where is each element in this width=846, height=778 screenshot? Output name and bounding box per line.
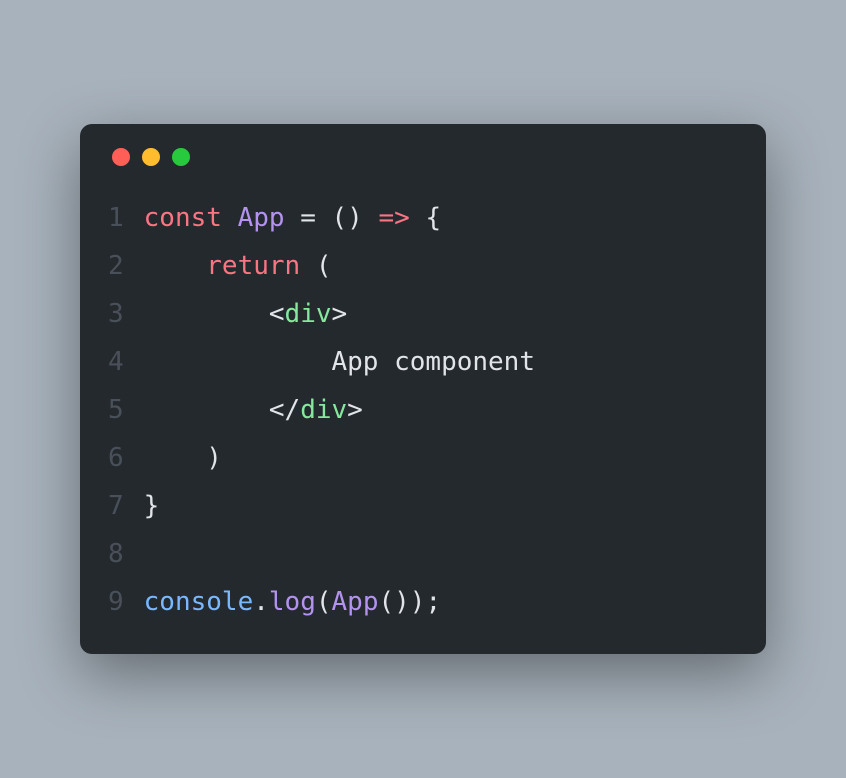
code-token: console: [144, 587, 254, 617]
line-number: 1: [108, 194, 124, 242]
code-token: ());: [378, 587, 441, 617]
code-token: >: [347, 395, 363, 425]
code-line: return (: [144, 242, 738, 290]
code-line: App component: [144, 338, 738, 386]
code-token: .: [253, 587, 269, 617]
line-number: 4: [108, 338, 124, 386]
code-token: >: [332, 299, 348, 329]
code-token: return: [206, 251, 316, 281]
line-number: 5: [108, 386, 124, 434]
line-number: 8: [108, 530, 124, 578]
code-token: (: [316, 251, 332, 281]
window-titlebar: [108, 148, 738, 166]
close-icon[interactable]: [112, 148, 130, 166]
line-number: 7: [108, 482, 124, 530]
zoom-icon[interactable]: [172, 148, 190, 166]
line-number: 9: [108, 578, 124, 626]
code-token: =: [300, 203, 331, 233]
code-line: </div>: [144, 386, 738, 434]
line-number-gutter: 123456789: [108, 194, 144, 627]
code-line: <div>: [144, 290, 738, 338]
code-token: const: [144, 203, 238, 233]
code-line: console.log(App());: [144, 578, 738, 626]
line-number: 2: [108, 242, 124, 290]
line-number: 6: [108, 434, 124, 482]
code-token: (): [332, 203, 379, 233]
code-token: div: [300, 395, 347, 425]
code-token: =>: [378, 203, 425, 233]
code-token: (: [316, 587, 332, 617]
code-editor: 123456789 const App = () => { return ( <…: [108, 194, 738, 627]
code-token: ): [144, 443, 222, 473]
code-token: [144, 251, 207, 281]
minimize-icon[interactable]: [142, 148, 160, 166]
code-content[interactable]: const App = () => { return ( <div> App c…: [144, 194, 738, 627]
code-line: ): [144, 434, 738, 482]
code-token: </: [269, 395, 300, 425]
line-number: 3: [108, 290, 124, 338]
code-token: App: [238, 203, 301, 233]
code-token: [144, 395, 269, 425]
code-token: log: [269, 587, 316, 617]
code-token: div: [285, 299, 332, 329]
code-token: }: [144, 491, 160, 521]
code-line: const App = () => {: [144, 194, 738, 242]
code-token: App component: [144, 347, 535, 377]
code-line: [144, 530, 738, 578]
code-line: }: [144, 482, 738, 530]
code-token: [144, 299, 269, 329]
code-token: App: [332, 587, 379, 617]
code-token: {: [425, 203, 441, 233]
code-token: <: [269, 299, 285, 329]
code-window: 123456789 const App = () => { return ( <…: [80, 124, 766, 655]
